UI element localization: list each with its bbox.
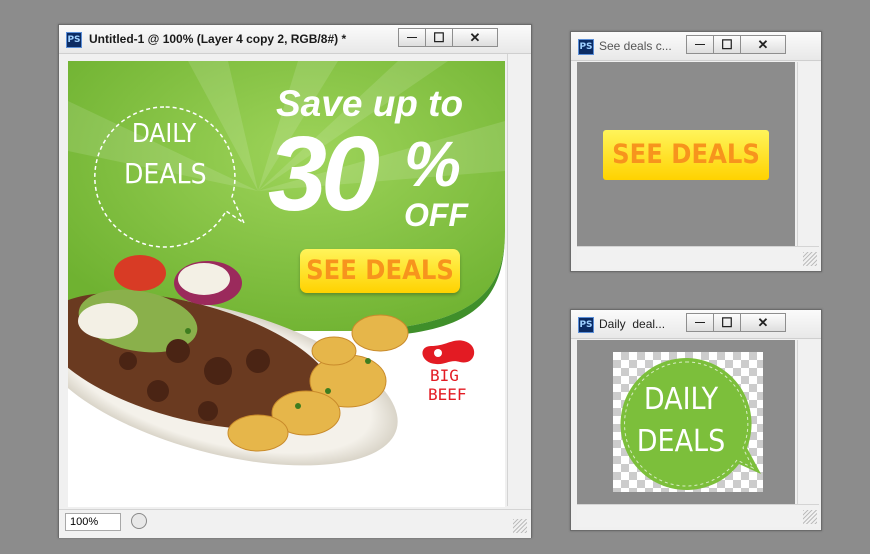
maximize-button[interactable]: ☐ bbox=[713, 313, 741, 332]
zoom-level-value: 100% bbox=[70, 516, 99, 528]
maximize-icon: ☐ bbox=[721, 36, 733, 52]
see-deals-window-title: See deals c... bbox=[599, 39, 672, 53]
resize-grip-icon[interactable] bbox=[803, 252, 817, 266]
close-button[interactable]: ✕ bbox=[740, 313, 786, 332]
close-icon: ✕ bbox=[757, 314, 769, 330]
see-deals-layer-label: SEE DEALS bbox=[612, 139, 760, 170]
see-deals-document-window[interactable]: PS See deals c... — ☐ ✕ SEE DEALS bbox=[570, 31, 822, 272]
main-window-titlebar[interactable]: PS Untitled-1 @ 100% (Layer 4 copy 2, RG… bbox=[59, 25, 531, 54]
daily-deals-document-window[interactable]: PS Daily deal... — ☐ ✕ DAILY DEALS bbox=[570, 309, 822, 531]
see-deals-button-layer[interactable]: SEE DEALS bbox=[603, 130, 769, 180]
minimize-button[interactable]: — bbox=[686, 313, 714, 332]
see-deals-button[interactable]: SEE DEALS bbox=[300, 249, 460, 293]
brand-text-big: BIG bbox=[430, 366, 459, 385]
photoshop-app-icon: PS bbox=[66, 32, 82, 48]
bubble-text-line2: DEALS bbox=[636, 424, 726, 459]
transparent-layer-canvas[interactable]: DAILY DEALS bbox=[613, 352, 763, 492]
photoshop-app-icon: PS bbox=[578, 39, 594, 55]
close-button[interactable]: ✕ bbox=[452, 28, 498, 47]
see-deals-label: SEE DEALS bbox=[306, 255, 454, 286]
off-text: OFF bbox=[404, 197, 468, 233]
bubble-text-line1: DAILY bbox=[643, 382, 719, 417]
maximize-icon: ☐ bbox=[721, 314, 733, 330]
vertical-scrollbar[interactable] bbox=[507, 54, 530, 506]
big-beef-logo-icon bbox=[422, 340, 475, 365]
minimize-icon: — bbox=[695, 317, 705, 328]
status-info-icon[interactable] bbox=[131, 513, 147, 529]
daily-deals-window-titlebar[interactable]: PS Daily deal... — ☐ ✕ bbox=[571, 310, 821, 339]
horizontal-scrollbar[interactable] bbox=[577, 504, 819, 527]
minimize-icon: — bbox=[407, 32, 417, 43]
vertical-scrollbar[interactable] bbox=[797, 340, 820, 504]
daily-deals-bubble-icon bbox=[620, 357, 761, 490]
main-window-title: Untitled-1 @ 100% (Layer 4 copy 2, RGB/8… bbox=[89, 32, 347, 46]
maximize-icon: ☐ bbox=[433, 29, 445, 45]
brand-text-beef: BEEF bbox=[428, 385, 467, 404]
photoshop-app-icon: PS bbox=[578, 317, 594, 333]
see-deals-window-titlebar[interactable]: PS See deals c... — ☐ ✕ bbox=[571, 32, 821, 61]
close-icon: ✕ bbox=[469, 29, 481, 45]
percent-sign: % bbox=[404, 128, 461, 200]
zoom-level-field[interactable]: 100% bbox=[65, 513, 121, 531]
minimize-button[interactable]: — bbox=[686, 35, 714, 54]
big-number: 30 bbox=[268, 115, 380, 233]
main-document-window[interactable]: PS Untitled-1 @ 100% (Layer 4 copy 2, RG… bbox=[58, 24, 532, 538]
daily-deals-canvas-area[interactable]: DAILY DEALS bbox=[577, 340, 795, 504]
maximize-button[interactable]: ☐ bbox=[713, 35, 741, 54]
status-bar bbox=[59, 509, 531, 538]
minimize-button[interactable]: — bbox=[398, 28, 426, 47]
resize-grip-icon[interactable] bbox=[513, 519, 527, 533]
vertical-scrollbar[interactable] bbox=[797, 62, 820, 246]
bubble-text-line2: DEALS bbox=[124, 157, 207, 190]
see-deals-canvas-area[interactable]: SEE DEALS bbox=[577, 62, 795, 246]
horizontal-scrollbar[interactable] bbox=[577, 246, 819, 269]
minimize-icon: — bbox=[695, 39, 705, 50]
resize-grip-icon[interactable] bbox=[803, 510, 817, 524]
bubble-text-line1: DAILY bbox=[131, 119, 197, 149]
maximize-button[interactable]: ☐ bbox=[425, 28, 453, 47]
daily-deals-window-title: Daily deal... bbox=[599, 317, 666, 331]
close-icon: ✕ bbox=[757, 36, 769, 52]
close-button[interactable]: ✕ bbox=[740, 35, 786, 54]
document-canvas[interactable]: DAILY DEALS Save up to 30 % OFF SEE DEAL… bbox=[68, 61, 505, 507]
